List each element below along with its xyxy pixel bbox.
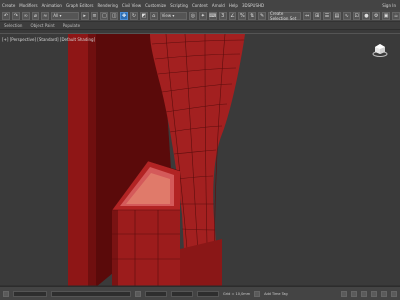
perspective-viewport[interactable] (0, 33, 400, 288)
edit-named-selection-icon[interactable]: ✎ (258, 11, 267, 20)
viewport-scene (0, 33, 400, 288)
select-and-scale-icon[interactable]: ◩ (139, 11, 148, 20)
menu-arnold[interactable]: Arnold (212, 3, 225, 8)
left-slab-side (88, 34, 96, 287)
mirror-icon[interactable]: ⇔ (303, 11, 312, 20)
orbit-icon[interactable] (371, 290, 377, 297)
select-and-rotate-icon[interactable]: ↻ (130, 11, 138, 20)
curve-editor-icon[interactable]: ∿ (342, 11, 351, 20)
named-selection-set-dropdown[interactable]: Create Selection Set (268, 11, 302, 21)
menu-content[interactable]: Content (192, 3, 208, 8)
script-listener-icon[interactable] (3, 290, 9, 297)
material-editor-icon[interactable]: ● (362, 11, 371, 20)
lock-selection-icon[interactable] (135, 290, 141, 297)
pivot-point-icon[interactable]: ◎ (189, 11, 197, 20)
render-frame-icon[interactable]: ▣ (382, 11, 391, 20)
menu-customize[interactable]: Customize (145, 3, 166, 8)
select-manipulate-icon[interactable]: ✦ (198, 11, 207, 20)
menu-3dspushd[interactable]: 3DSPUSHD (242, 3, 264, 8)
rectangular-selection-icon[interactable]: □ (100, 11, 109, 20)
sign-in-link[interactable]: Sign In (382, 3, 400, 8)
box-side (112, 204, 118, 287)
keyboard-shortcut-icon[interactable]: ⌨ (208, 11, 217, 20)
grid-size-label: Grid = 10,0mm (223, 291, 251, 296)
prompt-line (51, 290, 131, 297)
select-and-place-icon[interactable]: ⌂ (149, 11, 158, 20)
scene-explorer-icon[interactable]: ☰ (323, 11, 331, 20)
tab-object-paint[interactable]: Object Paint (30, 23, 54, 28)
play-icon[interactable] (341, 290, 347, 297)
key-mode-icon[interactable] (351, 290, 357, 297)
layer-explorer-icon[interactable]: ▤ (332, 11, 341, 20)
maximize-viewport-icon[interactable] (391, 290, 397, 297)
tab-populate[interactable]: Populate (63, 23, 80, 28)
menu-rendering[interactable]: Rendering (97, 3, 117, 8)
z-coordinate-field[interactable] (197, 290, 219, 297)
window-crossing-icon[interactable]: ◫ (110, 11, 119, 20)
menu-animation[interactable]: Animation (42, 3, 62, 8)
link-icon[interactable]: ∞ (21, 11, 30, 20)
zoom-icon[interactable] (361, 290, 367, 297)
menu-modifiers[interactable]: Modifiers (19, 3, 37, 8)
angle-snap-icon[interactable]: ∠ (228, 11, 237, 20)
snaps-toggle-icon[interactable]: 3 (218, 11, 227, 20)
box-front (112, 210, 180, 287)
align-icon[interactable]: ⊞ (313, 11, 322, 20)
add-time-tag-icon[interactable] (254, 290, 261, 297)
percent-snap-icon[interactable]: % (238, 11, 247, 20)
menu-bar: Create Modifiers Animation Graph Editors… (0, 0, 400, 10)
undo-icon[interactable]: ↶ (2, 11, 10, 20)
menu-graph-editors[interactable]: Graph Editors (66, 3, 93, 8)
tab-selection[interactable]: Selection (4, 23, 22, 28)
render-setup-icon[interactable]: ⚙ (372, 11, 381, 20)
menu-help[interactable]: Help (229, 3, 238, 8)
x-coordinate-field[interactable] (145, 290, 167, 297)
pan-icon[interactable] (381, 290, 387, 297)
spinner-snap-icon[interactable]: ⇅ (248, 11, 257, 20)
status-bar: Grid = 10,0mm Add Time Tag (0, 286, 400, 300)
maxscript-listener-field[interactable] (13, 290, 47, 297)
reference-coordinate-dropdown[interactable]: View ▾ (159, 11, 188, 20)
unlink-icon[interactable]: ⌀ (31, 11, 40, 20)
y-coordinate-field[interactable] (171, 290, 193, 297)
menu-scripting[interactable]: Scripting (170, 3, 188, 8)
menu-create[interactable]: Create (2, 3, 15, 8)
select-and-move-icon[interactable]: ✥ (120, 11, 129, 20)
menu-civil-view[interactable]: Civil View (122, 3, 141, 8)
selection-filter-dropdown[interactable]: All ▾ (51, 11, 79, 20)
viewcube-home-icon[interactable] (372, 42, 388, 58)
select-by-name-icon[interactable]: ≡ (90, 11, 99, 20)
bind-spacewarp-icon[interactable]: ≈ (41, 11, 50, 20)
add-time-tag-label[interactable]: Add Time Tag (264, 292, 288, 296)
schematic-view-icon[interactable]: ⊡ (352, 11, 361, 20)
redo-icon[interactable]: ↷ (11, 11, 20, 20)
main-toolbar: ↶ ↷ ∞ ⌀ ≈ All ▾ ▸ ≡ □ ◫ ✥ ↻ ◩ ⌂ View ▾ ◎… (0, 10, 400, 22)
select-object-icon[interactable]: ▸ (80, 11, 89, 20)
ribbon-tabs: Selection Object Paint Populate (0, 22, 400, 30)
render-production-icon[interactable]: ☕ (392, 11, 400, 20)
viewport-label[interactable]: [+] [Perspective] [Standard] [Default Sh… (2, 37, 95, 42)
